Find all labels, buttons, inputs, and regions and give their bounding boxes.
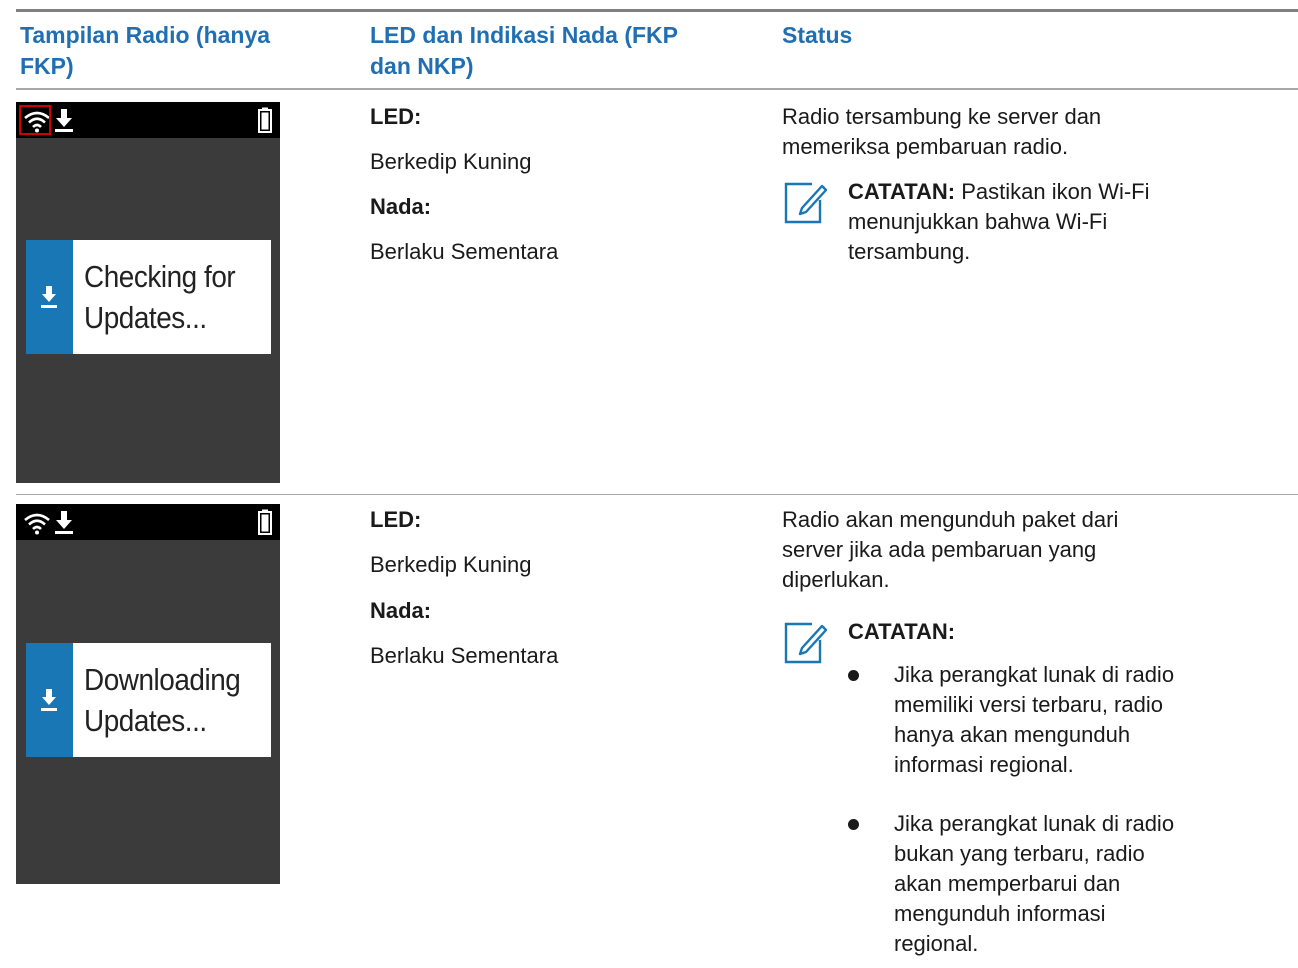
note-label: CATATAN: (848, 179, 956, 204)
card-message-line: Updates... (84, 300, 207, 335)
download-icon (41, 286, 57, 308)
radio-screen-downloading: Downloading Updates... (16, 504, 280, 884)
card-message-line: Downloading (84, 662, 241, 697)
bullet-line: informasi regional. (894, 752, 1074, 777)
header-rule (16, 88, 1298, 90)
header-line: Tampilan Radio (hanya (20, 22, 271, 48)
column-header-radio-display: Tampilan Radio (hanya FKP) (20, 20, 270, 82)
note-pencil-icon (784, 182, 828, 224)
bullet-dot (848, 670, 859, 681)
column-header-status: Status (782, 22, 853, 48)
table-top-rule (16, 9, 1298, 12)
radio-status-bar (16, 102, 280, 138)
header-line: dan NKP) (370, 53, 474, 79)
card-message: Checking for Updates... (84, 256, 236, 338)
bullet-dot (848, 819, 859, 830)
led-value: Berkedip Kuning (370, 552, 532, 577)
card-message-line: Updates... (84, 703, 207, 738)
card-icon-strip (26, 643, 73, 757)
update-card: Checking for Updates... (26, 240, 271, 354)
note-line: tersambung. (848, 239, 971, 264)
status-line: memeriksa pembaruan radio. (782, 134, 1069, 159)
note-label: CATATAN: (848, 619, 956, 644)
bullet-line: bukan yang terbaru, radio (894, 841, 1145, 866)
bullet-item: Jika perangkat lunak di radio memiliki v… (894, 660, 1254, 780)
download-icon (55, 511, 73, 534)
download-icon (55, 109, 73, 132)
wifi-highlight-box (19, 105, 51, 135)
tone-value: Berlaku Sementara (370, 643, 559, 668)
led-label: LED: (370, 507, 422, 532)
radio-status-bar (16, 504, 280, 540)
header-line: FKP) (20, 53, 74, 79)
battery-icon (258, 509, 272, 535)
note-text: CATATAN: Pastikan ikon Wi-Fi menunjukkan… (848, 177, 1268, 267)
status-line: diperlukan. (782, 567, 890, 592)
led-label: LED: (370, 104, 422, 129)
wifi-icon (24, 513, 50, 535)
radio-screen-checking: Checking for Updates... (16, 102, 280, 483)
column-header-led-tone: LED dan Indikasi Nada (FKP dan NKP) (370, 20, 678, 82)
bullet-line: mengunduh informasi (894, 901, 1106, 926)
note-pencil-icon (784, 622, 828, 664)
bullet-line: Jika perangkat lunak di radio (894, 662, 1175, 687)
bullet-line: Jika perangkat lunak di radio (894, 811, 1175, 836)
status-text: Radio tersambung ke server dan memeriksa… (782, 102, 1101, 162)
status-line: server jika ada pembaruan yang (782, 537, 1097, 562)
note-line: menunjukkan bahwa Wi-Fi (848, 209, 1108, 234)
status-line: Radio akan mengunduh paket dari (782, 507, 1119, 532)
tone-label: Nada: (370, 194, 432, 219)
row-divider (16, 494, 1298, 495)
card-icon-strip (26, 240, 73, 354)
bullet-item: Jika perangkat lunak di radio bukan yang… (894, 809, 1254, 959)
update-card: Downloading Updates... (26, 643, 271, 757)
card-message: Downloading Updates... (84, 659, 241, 741)
card-message-line: Checking for (84, 259, 236, 294)
battery-icon (258, 107, 272, 133)
header-line: LED dan Indikasi Nada (FKP (370, 22, 678, 48)
led-value: Berkedip Kuning (370, 149, 532, 174)
tone-value: Berlaku Sementara (370, 239, 559, 264)
bullet-line: regional. (894, 931, 979, 956)
status-text: Radio akan mengunduh paket dari server j… (782, 505, 1118, 595)
note-line: CATATAN: Pastikan ikon Wi-Fi (848, 177, 1268, 207)
tone-label: Nada: (370, 598, 432, 623)
download-icon (41, 689, 57, 711)
note-body: Pastikan ikon Wi-Fi (955, 179, 1150, 204)
status-line: Radio tersambung ke server dan (782, 104, 1102, 129)
bullet-line: hanya akan mengunduh (894, 722, 1131, 747)
bullet-line: memiliki versi terbaru, radio (894, 692, 1163, 717)
bullet-line: akan memperbarui dan (894, 871, 1121, 896)
